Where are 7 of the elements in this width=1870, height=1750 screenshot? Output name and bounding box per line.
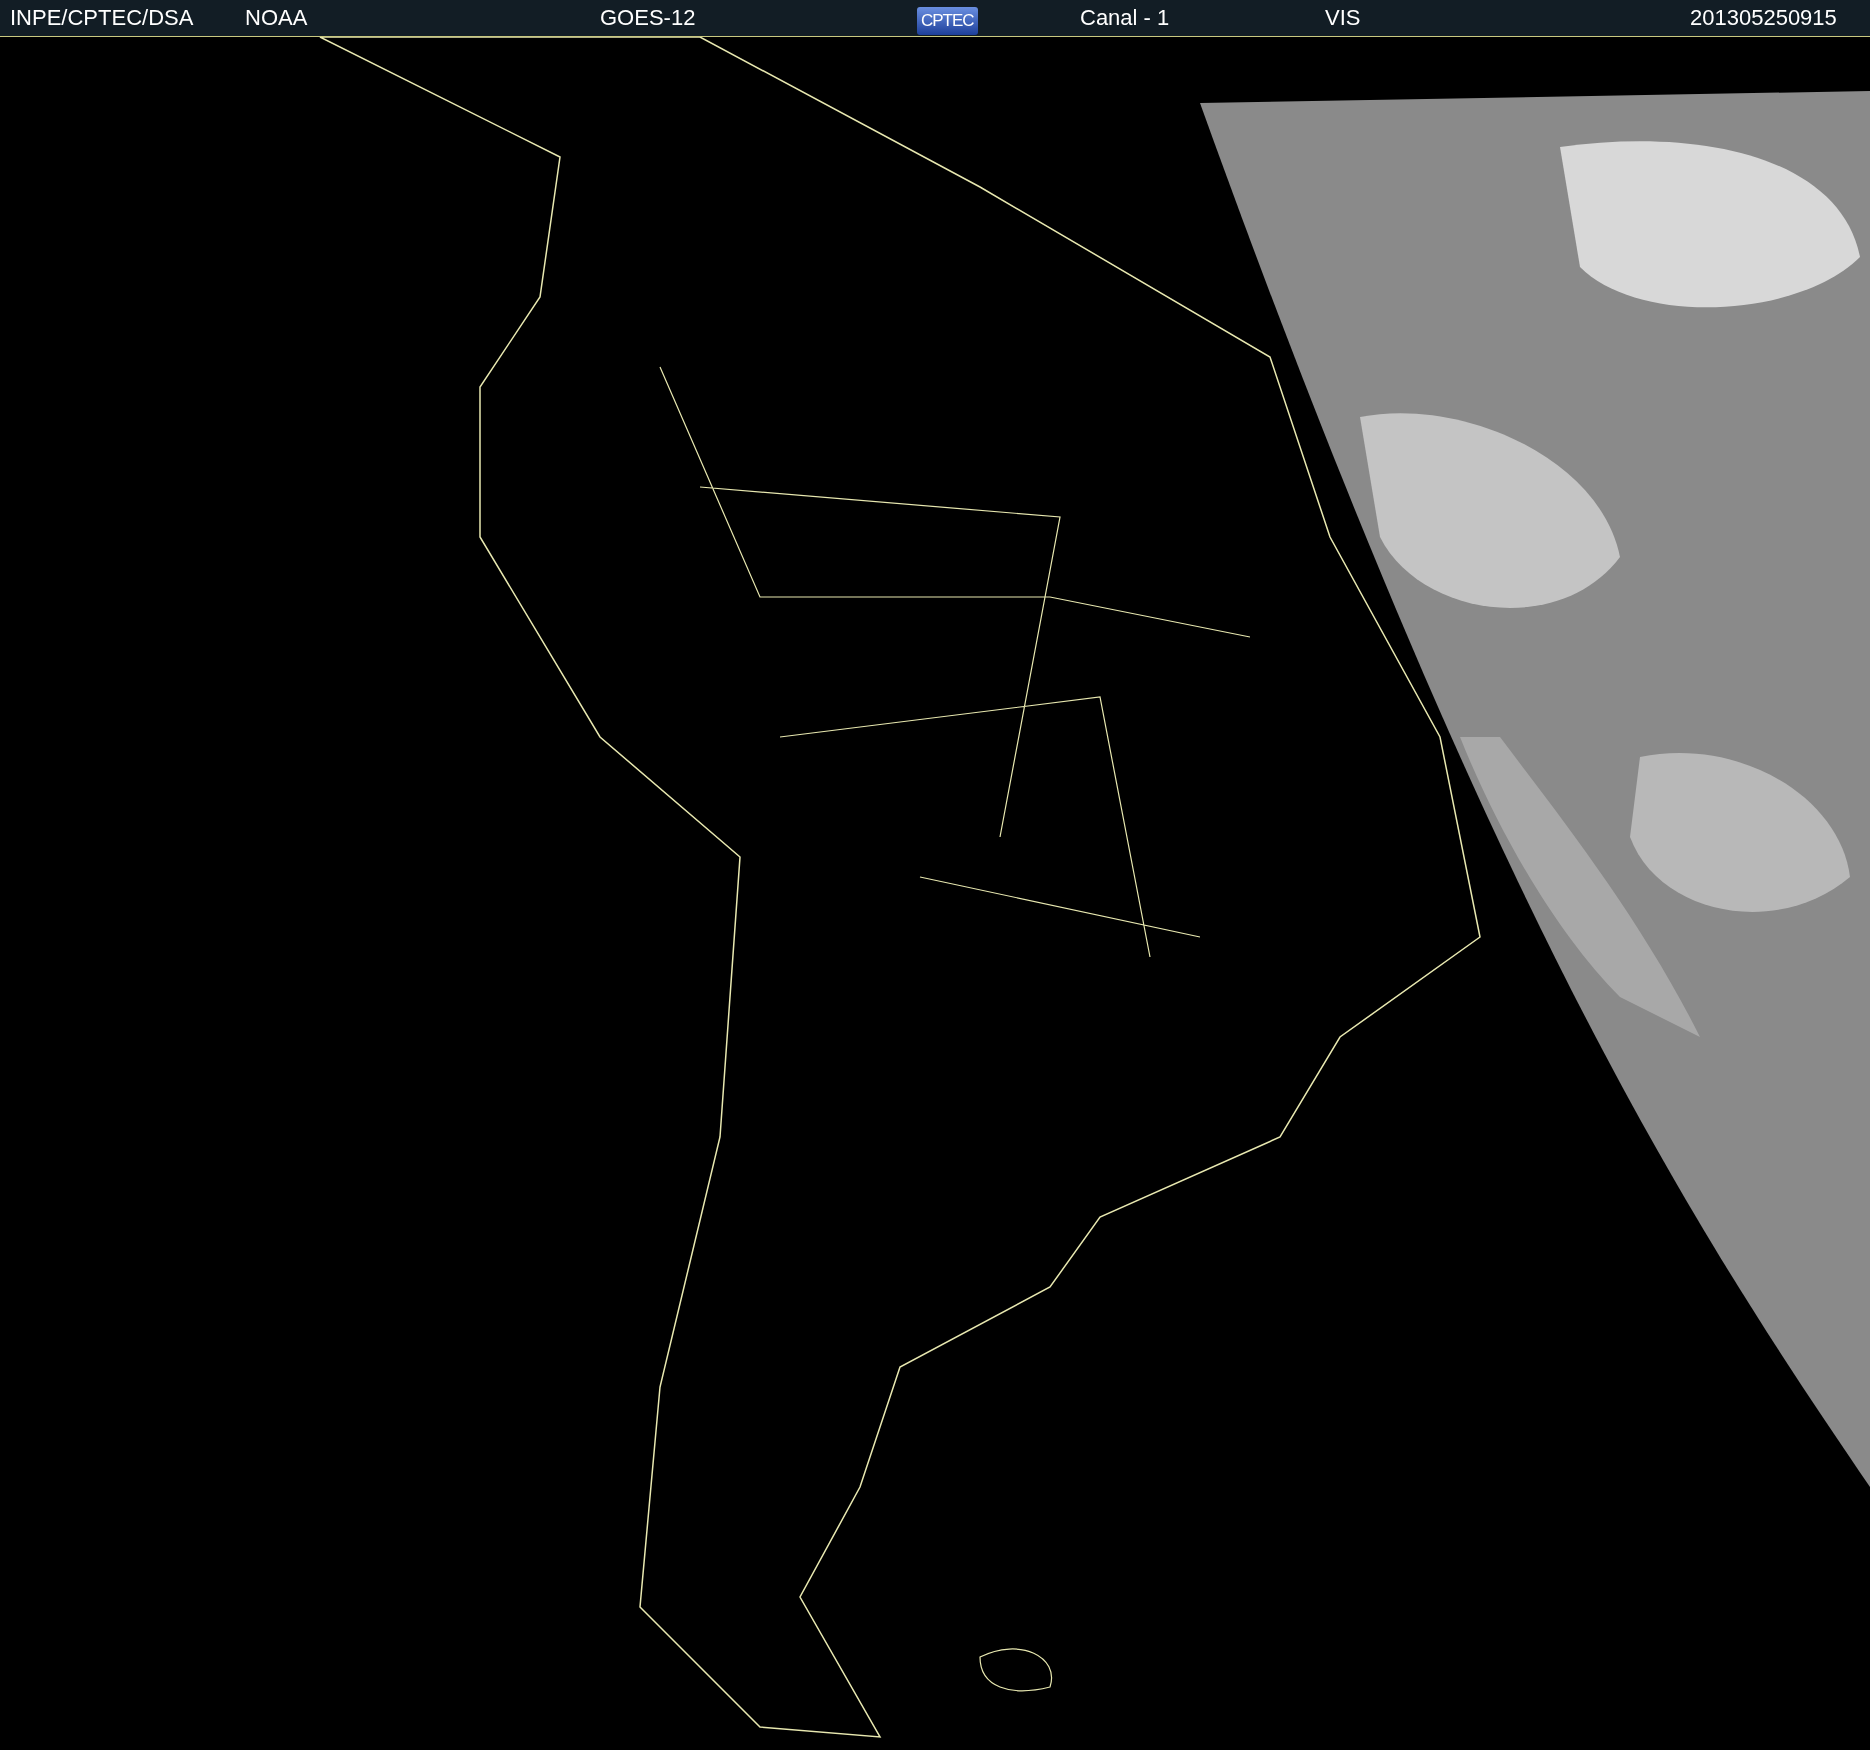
header-label: INPE/CPTEC/DSA [10, 5, 194, 30]
header-label: 201305250915 [1690, 5, 1837, 30]
logo: CPTEC [917, 6, 978, 35]
header-label: GOES-12 [600, 5, 696, 30]
header-label: Canal - 1 [1080, 5, 1170, 30]
header-label: NOAA [245, 5, 308, 30]
header-label: VIS [1325, 5, 1361, 30]
